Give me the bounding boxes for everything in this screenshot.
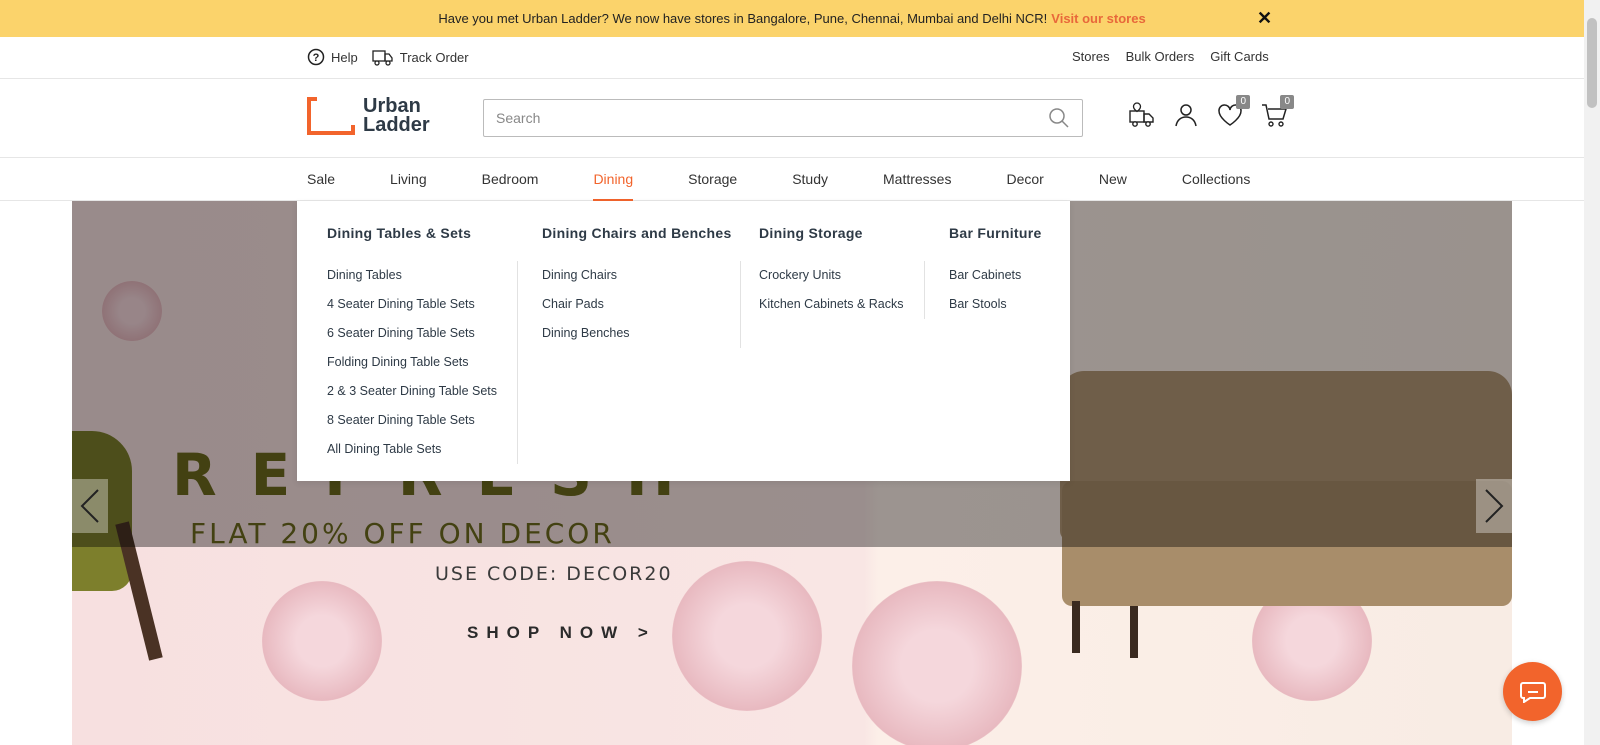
announcement-text: Have you met Urban Ladder? We now have s… [438, 11, 1048, 26]
banner-code: USE CODE: DECOR20 [435, 563, 673, 585]
bulk-orders-link[interactable]: Bulk Orders [1126, 49, 1195, 64]
menu-column-title[interactable]: Dining Tables & Sets [327, 225, 518, 241]
main-header: Urban Ladder Search 0 0 [0, 79, 1584, 158]
menu-item[interactable]: 8 Seater Dining Table Sets [327, 406, 497, 435]
store-locator-button[interactable] [1128, 101, 1156, 129]
shop-now-button[interactable]: SHOP NOW > [467, 623, 656, 643]
nav-study[interactable]: Study [792, 158, 828, 201]
sofa-leg [1072, 601, 1080, 653]
menu-item[interactable]: Crockery Units [759, 261, 904, 290]
gift-cards-link[interactable]: Gift Cards [1210, 49, 1269, 64]
menu-item[interactable]: Bar Stools [949, 290, 1022, 319]
chat-bubble-icon [1519, 681, 1546, 703]
visit-stores-link[interactable]: Visit our stores [1051, 11, 1145, 26]
chevron-right-icon [1485, 489, 1504, 523]
menu-column-dining-storage: Dining Storage Crockery Units Kitchen Ca… [759, 225, 925, 319]
menu-item[interactable]: All Dining Table Sets [327, 435, 497, 464]
wishlist-count-badge: 0 [1236, 95, 1250, 109]
truck-location-icon [1129, 102, 1154, 127]
track-order-icon [372, 50, 393, 66]
scrollbar-thumb[interactable] [1587, 18, 1597, 108]
cart-count-badge: 0 [1280, 95, 1294, 109]
svg-text:?: ? [313, 52, 320, 64]
menu-column-dining-tables: Dining Tables & Sets Dining Tables 4 Sea… [327, 225, 519, 464]
announcement-bar: Have you met Urban Ladder? We now have s… [0, 0, 1584, 37]
menu-column-title[interactable]: Bar Furniture [949, 225, 1042, 241]
stores-link[interactable]: Stores [1072, 49, 1110, 64]
help-icon: ? [307, 48, 325, 66]
wishlist-button[interactable]: 0 [1216, 95, 1250, 129]
flower-decoration [852, 581, 1022, 745]
chevron-left-icon [80, 489, 99, 523]
carousel-next-button[interactable] [1476, 479, 1512, 533]
category-nav: Sale Living Bedroom Dining Storage Study… [0, 158, 1584, 201]
nav-mattresses[interactable]: Mattresses [883, 158, 951, 201]
search-placeholder: Search [496, 110, 541, 126]
cart-button[interactable]: 0 [1260, 95, 1294, 129]
nav-decor[interactable]: Decor [1006, 158, 1043, 201]
menu-column-dining-chairs: Dining Chairs and Benches Dining Chairs … [542, 225, 741, 348]
nav-sale[interactable]: Sale [307, 158, 335, 201]
nav-collections[interactable]: Collections [1182, 158, 1250, 201]
menu-item[interactable]: 6 Seater Dining Table Sets [327, 319, 497, 348]
logo-mark-icon [307, 97, 355, 135]
help-label: Help [331, 49, 358, 65]
help-link[interactable]: ? Help [307, 48, 358, 66]
logo-line2: Ladder [363, 114, 430, 136]
menu-item[interactable]: 4 Seater Dining Table Sets [327, 290, 497, 319]
menu-column-title[interactable]: Dining Storage [759, 225, 925, 241]
menu-item[interactable]: Dining Benches [542, 319, 630, 348]
nav-bedroom[interactable]: Bedroom [482, 158, 539, 201]
menu-item[interactable]: Bar Cabinets [949, 261, 1022, 290]
nav-dining[interactable]: Dining [593, 158, 633, 201]
close-icon[interactable]: ✕ [1257, 8, 1272, 28]
menu-column-bar-furniture: Bar Furniture Bar Cabinets Bar Stools [949, 225, 1042, 319]
menu-item[interactable]: Dining Chairs [542, 261, 630, 290]
menu-item[interactable]: Kitchen Cabinets & Racks [759, 290, 904, 319]
nav-new[interactable]: New [1099, 158, 1127, 201]
nav-living[interactable]: Living [390, 158, 427, 201]
page-scrollbar[interactable] [1584, 0, 1600, 745]
search-icon[interactable] [1048, 107, 1070, 129]
utility-bar: ? Help Track Order Stores Bulk Orders Gi… [0, 37, 1584, 79]
sofa-leg [1130, 606, 1138, 658]
flower-decoration [672, 561, 822, 711]
track-order-label: Track Order [399, 49, 469, 65]
menu-column-title[interactable]: Dining Chairs and Benches [542, 225, 741, 241]
chat-button[interactable] [1503, 662, 1562, 721]
account-button[interactable] [1172, 101, 1200, 129]
dining-mega-menu: Dining Tables & Sets Dining Tables 4 Sea… [297, 201, 1070, 481]
track-order-link[interactable]: Track Order [372, 47, 469, 67]
search-input[interactable]: Search [483, 99, 1083, 137]
carousel-prev-button[interactable] [72, 479, 108, 533]
menu-item[interactable]: Folding Dining Table Sets [327, 348, 497, 377]
urban-ladder-logo[interactable]: Urban Ladder [307, 96, 430, 136]
menu-item[interactable]: Chair Pads [542, 290, 630, 319]
user-icon [1175, 104, 1197, 127]
menu-item[interactable]: 2 & 3 Seater Dining Table Sets [327, 377, 497, 406]
flower-decoration [262, 581, 382, 701]
menu-item[interactable]: Dining Tables [327, 261, 497, 290]
nav-storage[interactable]: Storage [688, 158, 737, 201]
